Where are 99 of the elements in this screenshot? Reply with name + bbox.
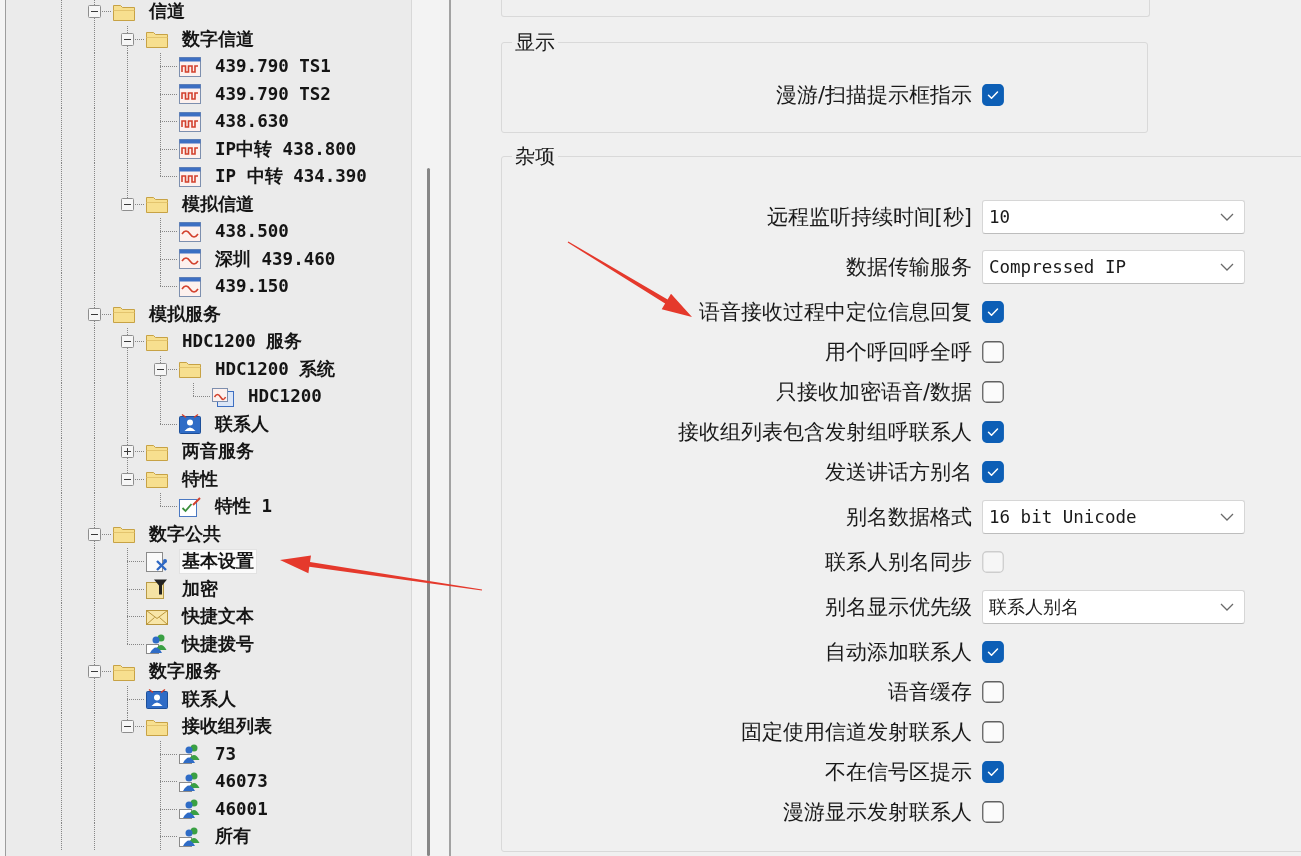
tree-item[interactable]: 快捷拨号 <box>180 632 256 656</box>
collapse-icon[interactable] <box>121 720 134 734</box>
setting-label: 发送讲话方别名 <box>825 459 972 485</box>
setting-label: 固定使用信道发射联系人 <box>741 719 972 745</box>
group-title: 显示 <box>514 31 556 53</box>
scrollbar-thumb[interactable] <box>427 168 430 856</box>
tree-item[interactable]: HDC1200 服务 <box>180 330 305 354</box>
collapse-icon[interactable] <box>88 665 101 679</box>
tree-item[interactable]: 数字信道 <box>180 27 256 51</box>
tree-item[interactable]: 联系人 <box>213 412 271 436</box>
funnel-icon <box>145 578 169 601</box>
tree-item[interactable]: 特性 <box>180 467 220 491</box>
setting-label: 语音接收过程中定位信息回复 <box>699 299 972 325</box>
setting-label: 联系人别名同步 <box>825 549 972 575</box>
checkbox[interactable] <box>982 641 1004 663</box>
tree-item[interactable]: 信道 <box>147 0 187 24</box>
tree-item[interactable]: 46073 <box>213 770 270 794</box>
tree-item[interactable]: 所有 <box>213 825 253 849</box>
checkbox[interactable] <box>982 761 1004 783</box>
setting-label: 别名显示优先级 <box>825 594 972 620</box>
tree-item[interactable]: 模拟信道 <box>180 192 256 216</box>
sine-wave-icon <box>178 248 202 271</box>
people-icon <box>178 825 202 848</box>
setting-label: 数据传输服务 <box>846 254 972 280</box>
setting-label: 不在信号区提示 <box>825 759 972 785</box>
setting-label: 自动添加联系人 <box>825 639 972 665</box>
dropdown[interactable]: Compressed IP <box>982 250 1245 284</box>
tree-item[interactable]: 特性 1 <box>213 495 275 519</box>
people-icon <box>145 633 169 656</box>
dropdown[interactable]: 16 bit Unicode <box>982 500 1245 534</box>
chevron-down-icon <box>1220 263 1234 271</box>
people-icon <box>178 743 202 766</box>
dropdown[interactable]: 10 <box>982 200 1245 234</box>
tree-item[interactable]: 439.790 TS2 <box>213 82 333 106</box>
tree-item[interactable]: 数字服务 <box>147 660 223 684</box>
tree-item[interactable]: 46001 <box>213 797 270 821</box>
sine-wave-icon <box>178 220 202 243</box>
document-wrench-icon <box>145 550 169 573</box>
collapse-icon[interactable] <box>88 527 101 541</box>
tree-item[interactable]: 加密 <box>180 577 220 601</box>
setting-label: 语音缓存 <box>888 679 972 705</box>
expand-icon[interactable] <box>121 445 134 459</box>
setting-label: 接收组列表包含发射组呼联系人 <box>678 419 972 445</box>
tree-item[interactable]: 438.500 <box>213 220 291 244</box>
checkbox[interactable] <box>982 301 1004 323</box>
tree-item[interactable]: 联系人 <box>180 687 238 711</box>
tree-item[interactable]: HDC1200 系统 <box>213 357 338 381</box>
tree-item[interactable]: 数字公共 <box>147 522 223 546</box>
collapse-icon[interactable] <box>88 5 101 19</box>
wave-window-icon <box>211 385 235 408</box>
setting-label: 漫游/扫描提示框指示 <box>775 82 972 108</box>
collapse-icon[interactable] <box>121 335 134 349</box>
setting-label: 只接收加密语音/数据 <box>775 379 972 405</box>
checklist-icon <box>178 495 202 518</box>
tree-item[interactable]: 模拟服务 <box>147 302 223 326</box>
tree-item[interactable]: IP中转 438.800 <box>213 137 359 161</box>
chevron-down-icon <box>1220 513 1234 521</box>
collapse-icon[interactable] <box>121 197 134 211</box>
collapse-icon[interactable] <box>88 307 101 321</box>
checkbox[interactable] <box>982 721 1004 743</box>
square-wave-icon <box>178 83 202 106</box>
checkbox[interactable] <box>982 381 1004 403</box>
checkbox[interactable] <box>982 421 1004 443</box>
tree-item[interactable]: 接收组列表 <box>180 715 274 739</box>
checkbox[interactable] <box>982 681 1004 703</box>
sine-wave-icon <box>178 275 202 298</box>
square-wave-icon <box>178 55 202 78</box>
setting-label: 别名数据格式 <box>846 504 972 530</box>
tree-item[interactable]: 439.790 TS1 <box>213 55 333 79</box>
collapse-icon[interactable] <box>121 32 134 46</box>
contact-card-icon <box>145 688 169 711</box>
checkbox[interactable] <box>982 461 1004 483</box>
tree-item[interactable]: 深圳 439.460 <box>213 247 338 271</box>
chevron-down-icon <box>1220 213 1234 221</box>
square-wave-icon <box>178 110 202 133</box>
people-icon <box>178 770 202 793</box>
collapse-icon[interactable] <box>121 472 134 486</box>
tree-item[interactable]: 两音服务 <box>180 440 256 464</box>
chevron-down-icon <box>1220 603 1234 611</box>
tree-item[interactable]: IP 中转 434.390 <box>213 165 369 189</box>
tree-item[interactable]: 438.630 <box>213 110 291 134</box>
checkbox[interactable] <box>982 341 1004 363</box>
tree-item[interactable]: HDC1200 <box>246 385 324 409</box>
square-wave-icon <box>178 138 202 161</box>
people-icon <box>178 798 202 821</box>
setting-label: 用个呼回呼全呼 <box>825 339 972 365</box>
dropdown[interactable]: 联系人别名 <box>982 590 1245 624</box>
checkbox[interactable] <box>982 801 1004 823</box>
tree-item[interactable]: 快捷文本 <box>180 605 256 629</box>
square-wave-icon <box>178 165 202 188</box>
tree-item[interactable]: 73 <box>213 742 239 766</box>
group-title: 杂项 <box>514 145 556 167</box>
contact-card-icon <box>178 413 202 436</box>
collapse-icon[interactable] <box>154 362 167 376</box>
setting-label: 漫游显示发射联系人 <box>783 799 972 825</box>
tree-item[interactable]: 基本设置 <box>180 550 256 574</box>
checkbox[interactable] <box>982 84 1004 106</box>
setting-label: 远程监听持续时间[秒] <box>766 204 972 230</box>
tree-item[interactable]: 439.150 <box>213 275 291 299</box>
